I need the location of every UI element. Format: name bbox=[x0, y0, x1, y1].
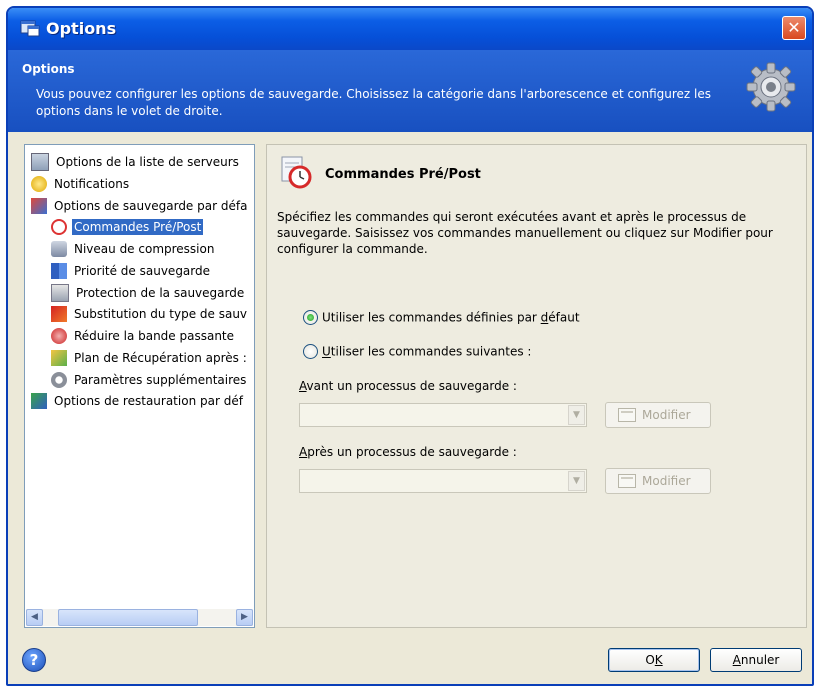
tree-item-protection[interactable]: Protection de la sauvegarde bbox=[51, 282, 246, 302]
header-title: Options bbox=[22, 62, 75, 76]
before-process-label: Avant un processus de sauvegarde : bbox=[299, 379, 517, 393]
tree-item-label: Substitution du type de sauv bbox=[74, 306, 248, 321]
tree-item-substitution[interactable]: Substitution du type de sauv bbox=[51, 303, 249, 323]
scroll-left-button[interactable]: ◀ bbox=[26, 609, 43, 626]
options-window-icon bbox=[20, 20, 40, 37]
dialog-header: Options Vous pouvez configurer les optio… bbox=[8, 50, 812, 132]
header-description: Vous pouvez configurer les options de sa… bbox=[36, 87, 711, 118]
window-title: Options bbox=[46, 19, 117, 38]
edit-command-icon bbox=[618, 408, 636, 422]
tree-item-label: Protection de la sauvegarde bbox=[76, 285, 245, 300]
tree-item-server-list[interactable]: Options de la liste de serveurs bbox=[31, 151, 241, 171]
pre-post-commands-icon bbox=[281, 156, 312, 189]
title-bar[interactable]: Options ✕ bbox=[8, 8, 812, 50]
ok-button[interactable]: OK bbox=[608, 648, 700, 672]
help-button[interactable]: ? bbox=[22, 648, 46, 672]
radio-label: Utiliser les commandes définies par défa… bbox=[322, 310, 580, 325]
close-button[interactable]: ✕ bbox=[782, 16, 806, 40]
cancel-button[interactable]: Annuler bbox=[710, 648, 802, 672]
tree-item-label: Commandes Pré/Post bbox=[72, 218, 204, 235]
tree-item-notifications[interactable]: Notifications bbox=[31, 173, 131, 193]
options-tree[interactable]: Options de la liste de serveurs Notifica… bbox=[24, 144, 255, 628]
tree-item-restore-options[interactable]: Options de restauration par déf bbox=[31, 390, 245, 410]
chevron-down-icon: ▼ bbox=[573, 476, 580, 486]
ok-label: OK bbox=[645, 653, 663, 667]
options-dialog: Options ✕ Options Vous pouvez configurer… bbox=[6, 6, 814, 686]
settings-panel: Commandes Pré/Post Spécifiez les command… bbox=[266, 144, 807, 628]
help-icon: ? bbox=[29, 651, 39, 669]
radio-label: Utiliser les commandes suivantes : bbox=[322, 344, 532, 359]
cancel-label: Annuler bbox=[732, 653, 780, 667]
close-icon: ✕ bbox=[787, 18, 801, 37]
chevron-down-icon: ▼ bbox=[573, 410, 580, 420]
radio-button-checked[interactable] bbox=[303, 310, 318, 325]
dropdown-button[interactable]: ▼ bbox=[568, 471, 585, 491]
modify-label: Modifier bbox=[642, 474, 691, 488]
panel-description: Spécifiez les commandes qui seront exécu… bbox=[277, 210, 773, 256]
substitution-icon bbox=[51, 305, 67, 322]
modify-label: Modifier bbox=[642, 408, 691, 422]
tree-item-bandwidth[interactable]: Réduire la bande passante bbox=[51, 325, 236, 345]
compression-icon bbox=[51, 240, 67, 257]
additional-settings-icon bbox=[51, 371, 67, 388]
modify-before-button[interactable]: Modifier bbox=[605, 402, 711, 428]
chevron-left-icon: ◀ bbox=[31, 612, 38, 622]
after-process-label: Après un processus de sauvegarde : bbox=[299, 445, 517, 459]
restore-options-icon bbox=[31, 392, 47, 409]
tree-item-label: Plan de Récupération après : bbox=[74, 350, 247, 365]
pre-post-commands-icon bbox=[51, 218, 67, 235]
recovery-plan-icon bbox=[51, 349, 67, 366]
tree-item-backup-options[interactable]: Options de sauvegarde par défa bbox=[31, 195, 249, 215]
after-command-combo[interactable]: ▼ bbox=[299, 469, 587, 493]
server-list-icon bbox=[31, 152, 49, 171]
panel-title: Commandes Pré/Post bbox=[325, 167, 481, 182]
tree-item-priority[interactable]: Priorité de sauvegarde bbox=[51, 260, 212, 280]
tree-item-compression[interactable]: Niveau de compression bbox=[51, 238, 216, 258]
scroll-right-button[interactable]: ▶ bbox=[236, 609, 253, 626]
edit-command-icon bbox=[618, 474, 636, 488]
before-command-combo[interactable]: ▼ bbox=[299, 403, 587, 427]
tree-item-label: Paramètres supplémentaires bbox=[74, 372, 247, 387]
protection-icon bbox=[51, 283, 69, 302]
tree-item-label: Réduire la bande passante bbox=[74, 328, 235, 343]
tree-item-label: Options de sauvegarde par défa bbox=[54, 198, 248, 213]
tree-item-label: Options de restauration par déf bbox=[54, 393, 243, 408]
tree-item-pre-post-commands[interactable]: Commandes Pré/Post bbox=[51, 216, 204, 236]
tree-item-recovery-plan[interactable]: Plan de Récupération après : bbox=[51, 347, 249, 367]
radio-use-custom-commands[interactable]: Utiliser les commandes suivantes : bbox=[303, 341, 531, 361]
gear-icon bbox=[746, 62, 796, 112]
dropdown-button[interactable]: ▼ bbox=[568, 405, 585, 425]
tree-item-label: Options de la liste de serveurs bbox=[56, 154, 239, 169]
tree-item-label: Notifications bbox=[54, 176, 130, 191]
backup-options-icon bbox=[31, 197, 47, 214]
radio-use-default-commands[interactable]: Utiliser les commandes définies par défa… bbox=[303, 307, 580, 327]
scrollbar-thumb[interactable] bbox=[58, 609, 198, 626]
chevron-right-icon: ▶ bbox=[241, 612, 248, 622]
modify-after-button[interactable]: Modifier bbox=[605, 468, 711, 494]
horizontal-scrollbar[interactable]: ◀ ▶ bbox=[26, 609, 253, 626]
notification-icon bbox=[31, 175, 47, 192]
radio-button[interactable] bbox=[303, 344, 318, 359]
bandwidth-icon bbox=[51, 327, 67, 344]
tree-item-label: Priorité de sauvegarde bbox=[74, 263, 211, 278]
priority-icon bbox=[51, 262, 67, 279]
tree-item-label: Niveau de compression bbox=[74, 241, 215, 256]
tree-item-additional-settings[interactable]: Paramètres supplémentaires bbox=[51, 369, 248, 389]
